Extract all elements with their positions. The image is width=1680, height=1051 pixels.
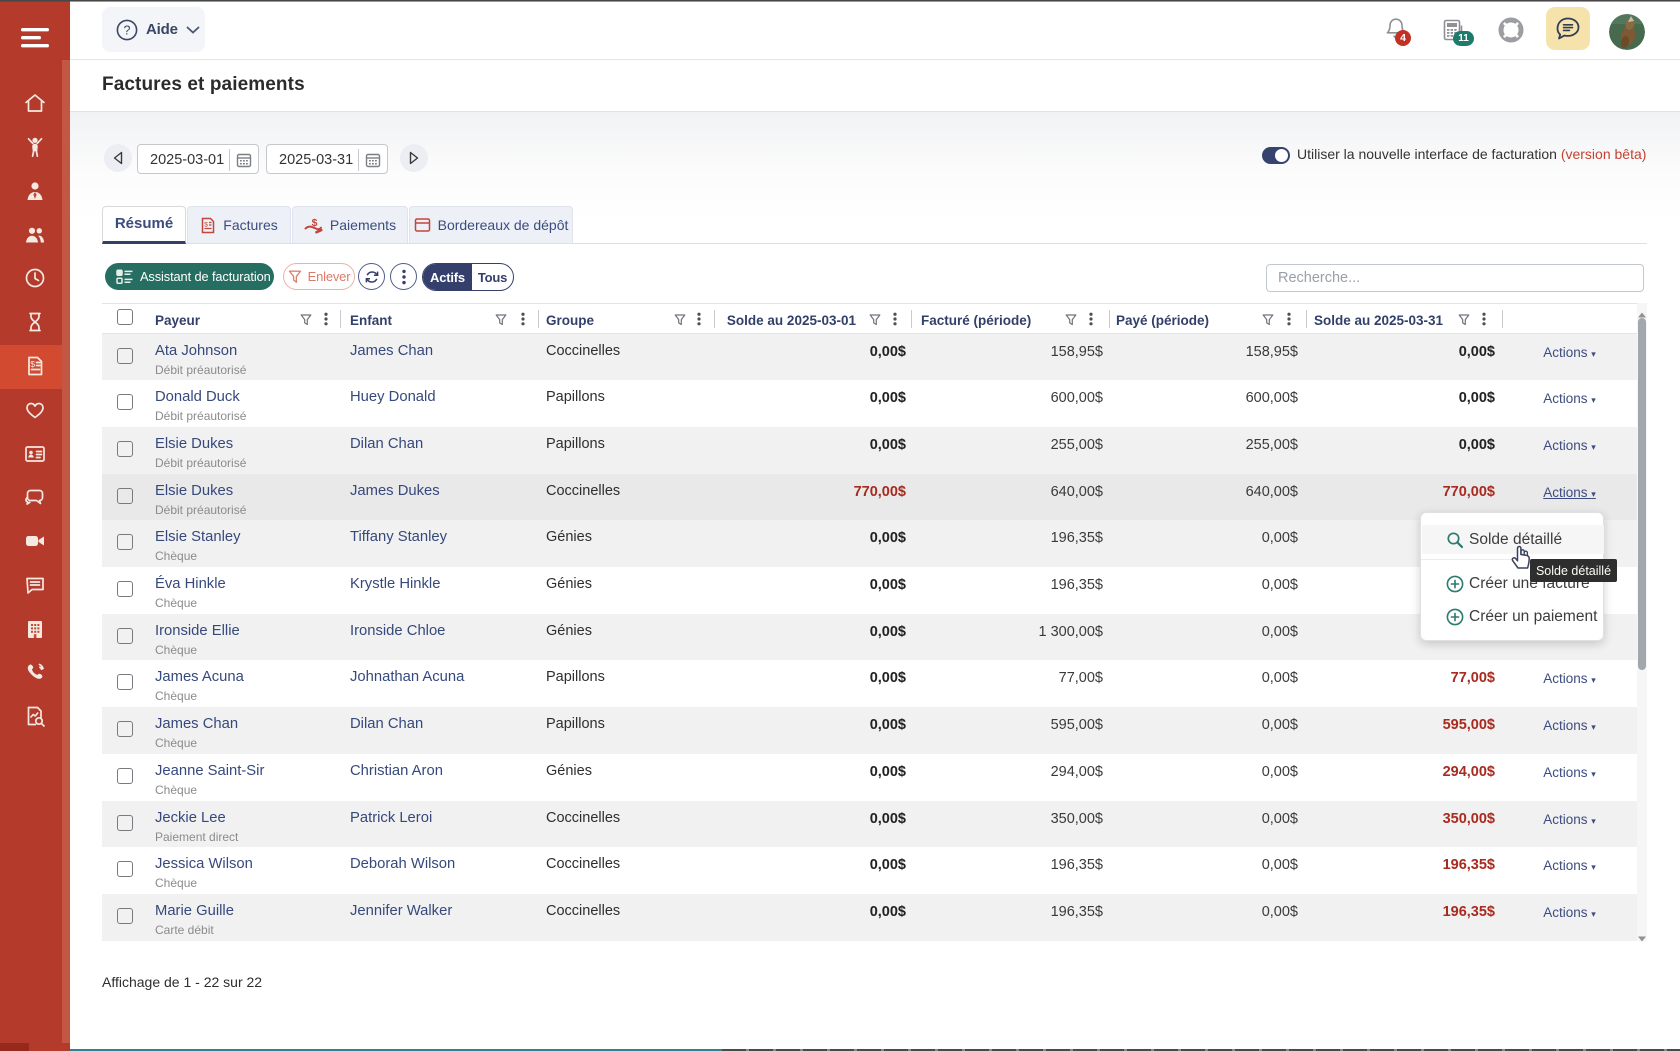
svg-text:$: $	[30, 359, 35, 369]
svg-text:?: ?	[124, 23, 131, 37]
svg-text:$: $	[204, 221, 208, 228]
